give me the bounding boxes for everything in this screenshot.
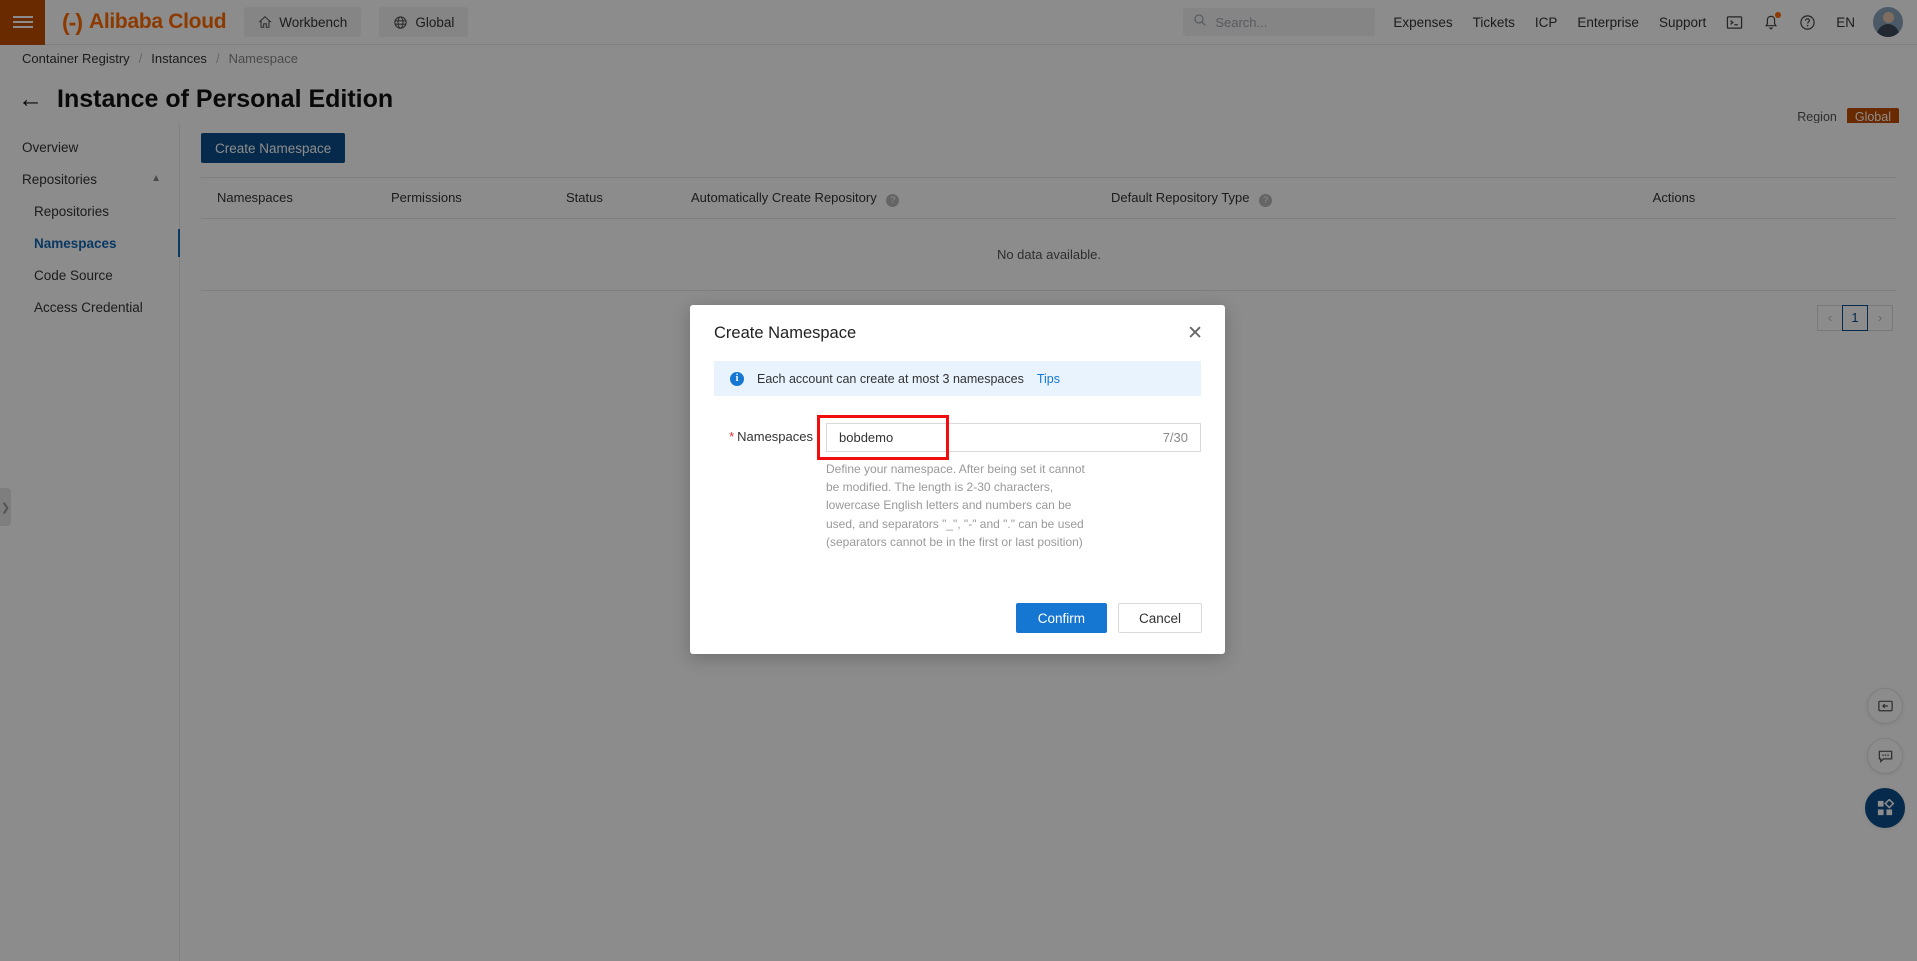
namespace-input-wrapper[interactable]: 7/30 xyxy=(826,423,1201,452)
required-mark: * xyxy=(729,429,735,444)
dialog-body: i Each account can create at most 3 name… xyxy=(690,361,1225,551)
confirm-button[interactable]: Confirm xyxy=(1015,603,1107,633)
character-counter: 7/30 xyxy=(1162,430,1188,445)
close-icon[interactable]: ✕ xyxy=(1187,324,1203,343)
namespace-field-label: * Namespaces xyxy=(729,429,813,444)
namespace-helper-text: Define your namespace. After being set i… xyxy=(826,462,1085,549)
tips-link[interactable]: Tips xyxy=(1037,372,1060,386)
info-banner: i Each account can create at most 3 name… xyxy=(714,361,1201,396)
dialog-footer: Confirm Cancel xyxy=(690,582,1225,654)
namespace-form-row: *Namespaces 7/30 Define your namespace. … xyxy=(714,415,1201,551)
namespace-input[interactable] xyxy=(839,430,1163,445)
info-banner-text: Each account can create at most 3 namesp… xyxy=(757,371,1024,386)
info-icon: i xyxy=(730,371,744,386)
create-namespace-dialog: Create Namespace ✕ i Each account can cr… xyxy=(690,305,1225,654)
cancel-button[interactable]: Cancel xyxy=(1117,603,1202,633)
dialog-header: Create Namespace ✕ xyxy=(690,305,1225,361)
dialog-title: Create Namespace xyxy=(714,323,857,342)
